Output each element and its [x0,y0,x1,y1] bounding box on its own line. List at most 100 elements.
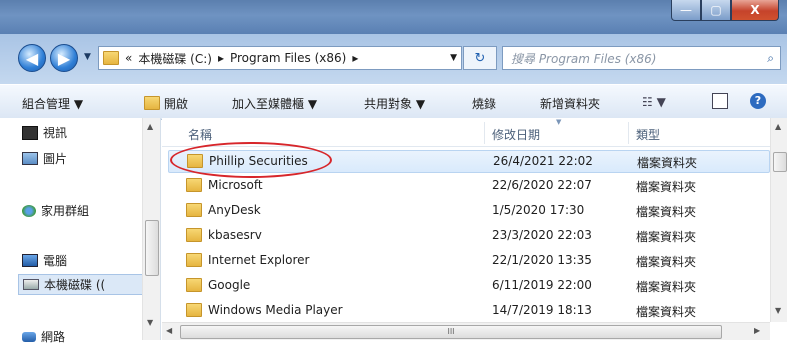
search-icon[interactable]: ⌕ [767,51,774,66]
table-row[interactable]: Microsoft 22/6/2020 22:07 檔案資料夾 [168,175,768,196]
recent-pages-dropdown[interactable]: ▼ [84,52,91,62]
minimize-button[interactable]: — [671,0,701,21]
file-type: 檔案資料夾 [636,205,697,219]
column-header-type[interactable]: 類型 [636,126,660,143]
close-button[interactable]: X [731,0,779,21]
navigation-pane: 視訊 圖片 家用群組 電腦 本機磁碟 (( 網路 ▲ ▼ [0,118,161,344]
new-folder-button[interactable]: 新增資料夾 [540,95,600,112]
file-date: 14/7/2019 18:13 [492,303,592,317]
folder-icon [186,203,202,217]
file-name: kbasesrv [208,228,262,242]
highlight-annotation-circle [170,142,332,178]
picture-icon [22,152,38,165]
sidebar-item-label: 視訊 [43,126,68,140]
sidebar-item-label: 家用群組 [41,204,90,218]
help-icon[interactable]: ? [750,93,766,109]
sidebar-item-videos[interactable]: 視訊 [22,124,67,141]
title-bar: — ▢ X [0,0,787,34]
scrollbar-thumb[interactable] [773,152,787,172]
sidebar-scrollbar[interactable]: ▲ ▼ [142,118,160,340]
organize-button[interactable]: 組合管理 ▼ [22,95,83,112]
refresh-button[interactable]: ↻ [463,46,497,70]
preview-pane-icon[interactable] [712,93,728,109]
sidebar-item-label: 電腦 [43,254,68,268]
file-date: 1/5/2020 17:30 [492,203,585,217]
address-bar[interactable]: « 本機磁碟 (C:) ▸ Program Files (x86) ▸ ▼ [98,46,462,70]
scroll-down-icon[interactable]: ▼ [147,318,153,327]
file-date: 22/1/2020 13:35 [492,253,592,267]
maximize-button[interactable]: ▢ [701,0,731,21]
column-header-name[interactable]: 名稱 [188,126,212,143]
network-icon [22,331,36,342]
scroll-down-icon[interactable]: ▼ [775,306,781,315]
search-input[interactable]: 搜尋 Program Files (x86) ⌕ [502,46,781,70]
open-button[interactable]: 開啟 [144,95,188,112]
file-list-vertical-scrollbar[interactable]: ▲ ▼ [770,118,787,322]
file-name: Google [208,278,251,292]
breadcrumb-separator-icon[interactable]: ▸ [218,51,224,65]
table-row[interactable]: AnyDesk 1/5/2020 17:30 檔案資料夾 [168,200,768,221]
drive-icon [23,279,39,290]
command-bar: 組合管理 ▼ 開啟 加入至媒體櫃 ▼ 共用對象 ▼ 燒錄 新增資料夾 ☷ ▼ ? [0,84,787,120]
share-with-button[interactable]: 共用對象 ▼ [364,95,425,112]
table-row[interactable]: Windows Media Player 14/7/2019 18:13 檔案資… [168,300,768,321]
file-type: 檔案資料夾 [636,180,697,194]
file-date: 22/6/2020 22:07 [492,178,592,192]
breadcrumb-drive[interactable]: 本機磁碟 (C:) [138,50,212,67]
sort-indicator-icon: ▼ [556,118,562,126]
scrollbar-thumb[interactable] [145,220,159,276]
scroll-up-icon[interactable]: ▲ [775,122,781,131]
file-date: 23/3/2020 22:03 [492,228,592,242]
scrollbar-thumb[interactable]: III [180,325,722,339]
sidebar-item-homegroup[interactable]: 家用群組 [22,202,89,219]
sidebar-item-pictures[interactable]: 圖片 [22,150,67,167]
breadcrumb-overflow[interactable]: « [125,51,132,65]
folder-icon [186,228,202,242]
scroll-up-icon[interactable]: ▲ [147,122,153,131]
file-name: Windows Media Player [208,303,343,317]
sidebar-item-local-disk[interactable]: 本機磁碟 (( [18,274,146,295]
include-in-library-button[interactable]: 加入至媒體櫃 ▼ [232,95,317,112]
open-folder-icon [144,96,160,110]
file-type: 檔案資料夾 [637,156,698,170]
scroll-right-icon[interactable]: ▶ [754,326,760,335]
file-name: Microsoft [208,178,263,192]
file-date: 6/11/2019 22:00 [492,278,592,292]
table-row[interactable]: kbasesrv 23/3/2020 22:03 檔案資料夾 [168,225,768,246]
column-divider[interactable] [628,122,629,144]
file-type: 檔案資料夾 [636,230,697,244]
back-button[interactable]: ◀ [18,44,46,72]
burn-button[interactable]: 燒錄 [472,95,496,112]
folder-icon [103,51,119,65]
table-row[interactable]: Google 6/11/2019 22:00 檔案資料夾 [168,275,768,296]
file-date: 26/4/2021 22:02 [493,154,593,168]
sidebar-item-label: 圖片 [43,152,68,166]
window-controls: — ▢ X [671,0,779,22]
view-options-icon[interactable]: ☷ ▼ [642,95,666,109]
address-dropdown-icon[interactable]: ▼ [450,53,457,63]
file-type: 檔案資料夾 [636,280,697,294]
folder-icon [186,253,202,267]
breadcrumb-program-files[interactable]: Program Files (x86) [230,51,346,65]
table-row[interactable]: Internet Explorer 22/1/2020 13:35 檔案資料夾 [168,250,768,271]
sidebar-item-label: 網路 [41,330,66,344]
file-list-horizontal-scrollbar[interactable]: ◀ III ▶ [162,322,770,340]
file-name: Internet Explorer [208,253,310,267]
sidebar-item-computer[interactable]: 電腦 [22,252,67,269]
scroll-left-icon[interactable]: ◀ [166,326,172,335]
breadcrumb-separator-icon[interactable]: ▸ [352,51,358,65]
file-name: AnyDesk [208,203,261,217]
search-placeholder: 搜尋 Program Files (x86) [511,51,657,66]
forward-button[interactable]: ▶ [50,44,78,72]
homegroup-icon [22,204,36,217]
column-divider[interactable] [484,122,485,144]
folder-icon [186,178,202,192]
column-header-date[interactable]: 修改日期 [492,126,540,143]
file-type: 檔案資料夾 [636,305,697,319]
folder-icon [186,278,202,292]
file-type: 檔案資料夾 [636,255,697,269]
address-row: ◀ ▶ ▼ « 本機磁碟 (C:) ▸ Program Files (x86) … [0,34,787,84]
sidebar-item-network[interactable]: 網路 [22,328,65,345]
computer-icon [22,254,38,267]
folder-icon [186,303,202,317]
